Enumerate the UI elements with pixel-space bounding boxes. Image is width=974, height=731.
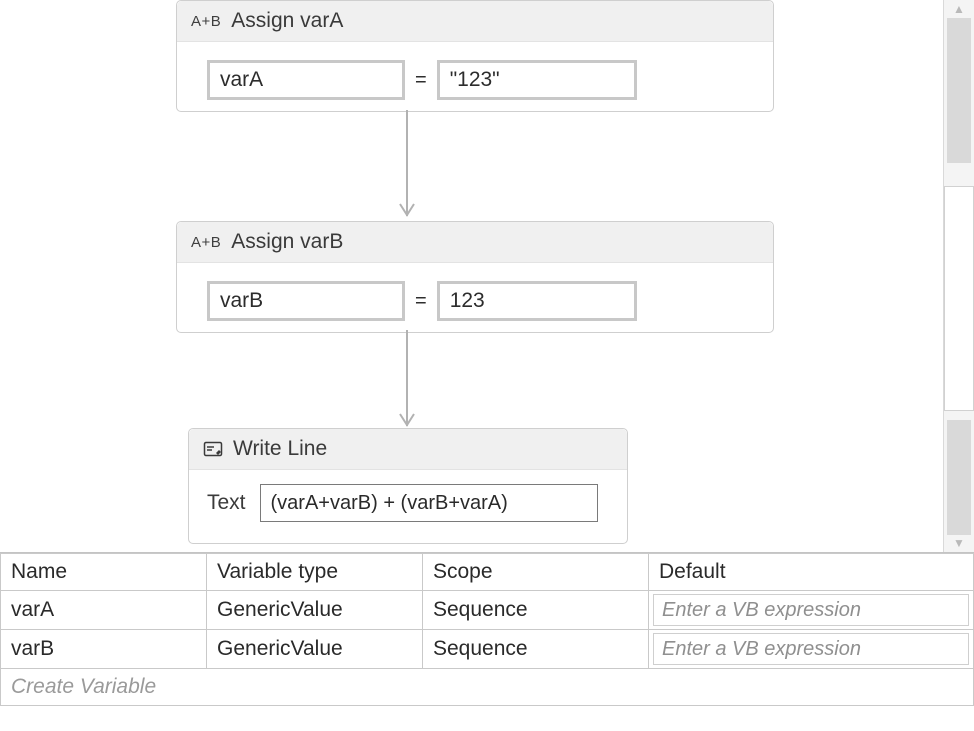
activity-header[interactable]: A+B Assign varB xyxy=(177,222,773,263)
write-line-activity[interactable]: Write Line Text (varA+varB) + (varB+varA… xyxy=(188,428,628,544)
create-variable-row[interactable]: Create Variable xyxy=(1,669,974,706)
assign-equals: = xyxy=(413,69,429,92)
write-line-text-field[interactable]: (varA+varB) + (varB+varA) xyxy=(260,484,598,522)
write-line-icon xyxy=(203,439,223,459)
scroll-up-arrow-icon[interactable]: ▲ xyxy=(944,0,974,18)
activity-body: varA = "123" xyxy=(177,42,773,118)
create-variable-label[interactable]: Create Variable xyxy=(1,669,974,706)
var-scope-cell[interactable]: Sequence xyxy=(423,591,649,630)
var-type-cell[interactable]: GenericValue xyxy=(207,630,423,669)
assign-value-field[interactable]: "123" xyxy=(437,60,637,100)
designer-canvas-area: A+B Assign varA varA = "123" A+B Assign … xyxy=(0,0,974,552)
variables-header-row: Name Variable type Scope Default xyxy=(1,554,974,591)
var-name-cell[interactable]: varA xyxy=(1,591,207,630)
var-default-cell[interactable]: Enter a VB expression xyxy=(649,591,974,630)
activity-header[interactable]: A+B Assign varA xyxy=(177,1,773,42)
assign-to-field[interactable]: varB xyxy=(207,281,405,321)
scroll-down-arrow-icon[interactable]: ▼ xyxy=(944,534,974,552)
col-header-type[interactable]: Variable type xyxy=(207,554,423,591)
activity-body: varB = 123 xyxy=(177,263,773,339)
col-header-name[interactable]: Name xyxy=(1,554,207,591)
assign-to-field[interactable]: varA xyxy=(207,60,405,100)
scroll-thumb[interactable] xyxy=(944,186,974,411)
table-row[interactable]: varB GenericValue Sequence Enter a VB ex… xyxy=(1,630,974,669)
col-header-default[interactable]: Default xyxy=(649,554,974,591)
var-default-cell[interactable]: Enter a VB expression xyxy=(649,630,974,669)
assign-activity-varB[interactable]: A+B Assign varB varB = 123 xyxy=(176,221,774,333)
default-expression-input[interactable]: Enter a VB expression xyxy=(653,633,969,665)
scroll-thumb[interactable] xyxy=(947,18,971,163)
activity-header[interactable]: Write Line xyxy=(189,429,627,470)
assign-activity-varA[interactable]: A+B Assign varA varA = "123" xyxy=(176,0,774,112)
flow-connector xyxy=(406,110,408,216)
assign-value-field[interactable]: 123 xyxy=(437,281,637,321)
text-label: Text xyxy=(207,491,246,515)
var-scope-cell[interactable]: Sequence xyxy=(423,630,649,669)
activity-body: Text (varA+varB) + (varB+varA) xyxy=(189,470,627,536)
variables-panel: Name Variable type Scope Default varA Ge… xyxy=(0,552,974,731)
designer-canvas[interactable]: A+B Assign varA varA = "123" A+B Assign … xyxy=(0,0,943,552)
arrow-down-icon xyxy=(399,203,415,217)
arrow-down-icon xyxy=(399,413,415,427)
activity-title: Assign varB xyxy=(231,230,343,254)
var-type-cell[interactable]: GenericValue xyxy=(207,591,423,630)
var-name-cell[interactable]: varB xyxy=(1,630,207,669)
flow-connector xyxy=(406,330,408,426)
activity-title: Write Line xyxy=(233,437,327,461)
activity-title: Assign varA xyxy=(231,9,343,33)
table-row[interactable]: varA GenericValue Sequence Enter a VB ex… xyxy=(1,591,974,630)
assign-equals: = xyxy=(413,290,429,313)
assign-icon: A+B xyxy=(191,234,221,251)
workflow-designer: A+B Assign varA varA = "123" A+B Assign … xyxy=(0,0,974,731)
variables-table: Name Variable type Scope Default varA Ge… xyxy=(0,553,974,706)
col-header-scope[interactable]: Scope xyxy=(423,554,649,591)
scroll-thumb[interactable] xyxy=(947,420,971,535)
vertical-scrollbar[interactable]: ▲ ▼ xyxy=(943,0,974,552)
default-expression-input[interactable]: Enter a VB expression xyxy=(653,594,969,626)
assign-icon: A+B xyxy=(191,13,221,30)
